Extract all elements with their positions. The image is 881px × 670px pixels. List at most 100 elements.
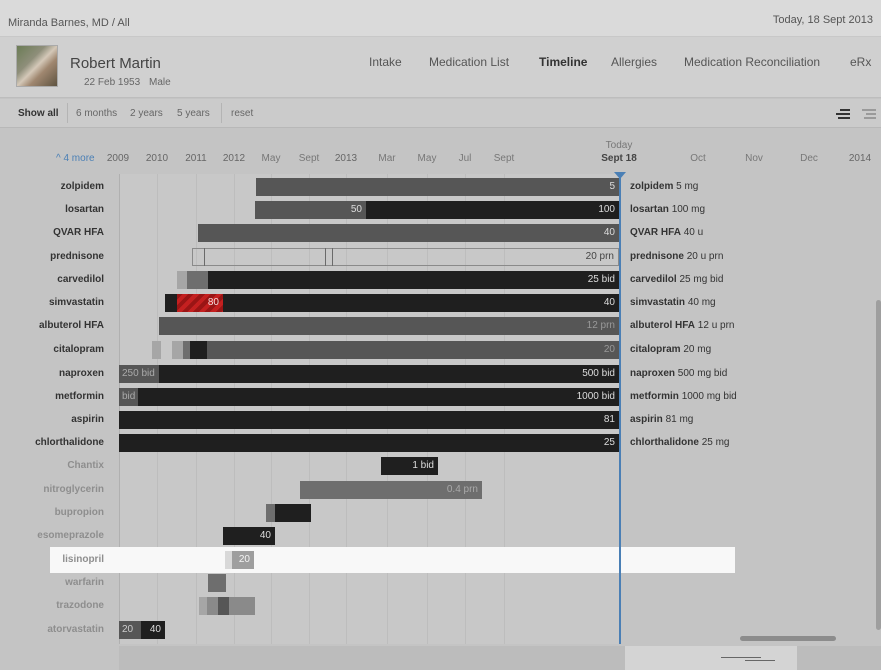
bar-warfarin[interactable] xyxy=(208,574,226,592)
current-dose-naproxen[interactable]: naproxen 500 mg bid xyxy=(630,368,727,379)
today-line xyxy=(619,174,621,644)
med-label-citalopram[interactable]: citalopram xyxy=(0,344,104,355)
bar-trazodone-later[interactable] xyxy=(229,597,255,615)
bar-losartan[interactable]: 100 xyxy=(366,201,619,219)
med-label-nitroglycerin[interactable]: nitroglycerin xyxy=(0,484,104,495)
med-label-chantix[interactable]: Chantix xyxy=(0,460,104,471)
horizontal-scrollbar[interactable] xyxy=(740,636,836,641)
current-dose-citalopram[interactable]: citalopram 20 mg xyxy=(630,344,711,355)
bar-naproxen[interactable]: 500 bid xyxy=(159,365,619,383)
tick-label: 2009 xyxy=(106,153,130,164)
bar-citalopram-previous[interactable] xyxy=(190,341,207,359)
reset-button[interactable]: reset xyxy=(231,108,253,119)
bar-naproxen-previous[interactable]: 250 bid xyxy=(119,365,159,383)
med-label-losartan[interactable]: losartan xyxy=(0,204,104,215)
current-dose-prednisone[interactable]: prednisone 20 u prn xyxy=(630,251,723,262)
bar-simvastatin-early[interactable] xyxy=(165,294,177,312)
med-label-bupropion[interactable]: bupropion xyxy=(0,507,104,518)
bar-atorvastatin[interactable]: 40 xyxy=(141,621,165,639)
tick-label: 2011 xyxy=(185,153,207,164)
med-label-naproxen[interactable]: naproxen xyxy=(0,368,104,379)
bar-citalopram-early[interactable] xyxy=(172,341,183,359)
bar-citalopram-previous[interactable] xyxy=(183,341,190,359)
current-dose-albuterol-hfa[interactable]: albuterol HFA 12 u prn xyxy=(630,320,735,331)
bars-view-icon[interactable] xyxy=(836,106,850,120)
tick-label: 2014 xyxy=(848,153,872,164)
five-years-button[interactable]: 5 years xyxy=(177,108,210,119)
bar-qvar-hfa[interactable]: 40 xyxy=(198,224,619,242)
bar-lisinopril-early[interactable] xyxy=(225,551,232,569)
current-dose-losartan[interactable]: losartan 100 mg xyxy=(630,204,705,215)
med-label-aspirin[interactable]: aspirin xyxy=(0,414,104,425)
med-label-warfarin[interactable]: warfarin xyxy=(0,577,104,588)
two-years-button[interactable]: 2 years xyxy=(130,108,163,119)
bar-metformin-previous[interactable]: bid xyxy=(119,388,138,406)
med-label-zolpidem[interactable]: zolpidem xyxy=(0,181,104,192)
tab-medication-reconciliation[interactable]: Medication Reconciliation xyxy=(684,55,820,69)
bar-metformin[interactable]: 1000 bid xyxy=(138,388,619,406)
bar-losartan-previous[interactable]: 50 xyxy=(255,201,366,219)
six-months-button[interactable]: 6 months xyxy=(76,108,117,119)
current-dose-simvastatin[interactable]: simvastatin 40 mg xyxy=(630,297,716,308)
today-marker-icon[interactable] xyxy=(614,172,626,179)
bar-bupropion-previous[interactable] xyxy=(266,504,275,522)
tab-allergies[interactable]: Allergies xyxy=(611,55,657,69)
med-label-albuterol-hfa[interactable]: albuterol HFA xyxy=(0,320,104,331)
bar-albuterol-hfa[interactable]: 12 prn xyxy=(159,317,619,335)
med-label-trazodone[interactable]: trazodone xyxy=(0,600,104,611)
bar-simvastatin[interactable]: 40 xyxy=(223,294,619,312)
bar-zolpidem[interactable]: 5 xyxy=(256,178,619,196)
bar-prednisone[interactable]: 20 prn xyxy=(192,248,619,266)
list-view-icon[interactable] xyxy=(862,106,876,120)
bar-lisinopril[interactable]: 20 xyxy=(232,551,254,569)
bar-carvedilol-previous[interactable] xyxy=(187,271,208,289)
bar-atorvastatin-previous[interactable]: 20 xyxy=(119,621,141,639)
bar-chlorthalidone[interactable]: 25 xyxy=(119,434,619,452)
bar-carvedilol-early[interactable] xyxy=(177,271,187,289)
vertical-scrollbar[interactable] xyxy=(876,300,881,630)
gridline xyxy=(427,174,428,644)
bar-trazodone-previous[interactable] xyxy=(207,597,218,615)
med-label-lisinopril[interactable]: lisinopril xyxy=(0,554,104,565)
bar-nitroglycerin[interactable]: 0.4 prn xyxy=(300,481,482,499)
breadcrumb[interactable]: Miranda Barnes, MD / All xyxy=(8,17,130,29)
divider xyxy=(221,103,222,123)
med-label-carvedilol[interactable]: carvedilol xyxy=(0,274,104,285)
current-dose-metformin[interactable]: metformin 1000 mg bid xyxy=(630,391,737,402)
tab-erx[interactable]: eRx xyxy=(850,55,871,69)
current-dose-aspirin[interactable]: aspirin 81 mg xyxy=(630,414,693,425)
bar-label: 1000 bid xyxy=(576,391,615,402)
bar-citalopram-early[interactable] xyxy=(152,341,161,359)
tab-timeline[interactable]: Timeline xyxy=(539,55,587,69)
bar-aspirin[interactable]: 81 xyxy=(119,411,619,429)
divider xyxy=(67,103,68,123)
tab-intake[interactable]: Intake xyxy=(369,55,402,69)
bar-citalopram[interactable]: 20 xyxy=(207,341,619,359)
med-label-esomeprazole[interactable]: esomeprazole xyxy=(0,530,104,541)
overview-window[interactable] xyxy=(625,646,797,670)
current-dose-chlorthalidone[interactable]: chlorthalidone 25 mg xyxy=(630,437,729,448)
patient-name: Robert Martin xyxy=(70,55,161,72)
current-dose-carvedilol[interactable]: carvedilol 25 mg bid xyxy=(630,274,723,285)
bar-bupropion[interactable] xyxy=(275,504,311,522)
show-all-button[interactable]: Show all xyxy=(18,108,59,119)
bar-label: 5 xyxy=(609,181,615,192)
med-label-simvastatin[interactable]: simvastatin xyxy=(0,297,104,308)
current-dose-zolpidem[interactable]: zolpidem 5 mg xyxy=(630,181,698,192)
bar-chantix[interactable]: 1 bid xyxy=(381,457,438,475)
current-dose-qvar-hfa[interactable]: QVAR HFA 40 u xyxy=(630,227,703,238)
bar-simvastatin-warning[interactable]: 80 xyxy=(177,294,223,312)
med-label-metformin[interactable]: metformin xyxy=(0,391,104,402)
med-label-prednisone[interactable]: prednisone xyxy=(0,251,104,262)
bar-esomeprazole[interactable]: 40 xyxy=(223,527,275,545)
bar-carvedilol[interactable]: 25 bid xyxy=(208,271,619,289)
bar-trazodone[interactable] xyxy=(218,597,229,615)
bar-trazodone-early[interactable] xyxy=(199,597,207,615)
med-label-atorvastatin[interactable]: atorvastatin xyxy=(0,624,104,635)
tab-medication-list[interactable]: Medication List xyxy=(429,55,509,69)
tick-label: 2012 xyxy=(222,153,246,164)
gridline xyxy=(309,174,310,644)
more-medications-link[interactable]: ^ 4 more xyxy=(56,153,95,164)
med-label-chlorthalidone[interactable]: chlorthalidone xyxy=(0,437,104,448)
med-label-qvar-hfa[interactable]: QVAR HFA xyxy=(0,227,104,238)
